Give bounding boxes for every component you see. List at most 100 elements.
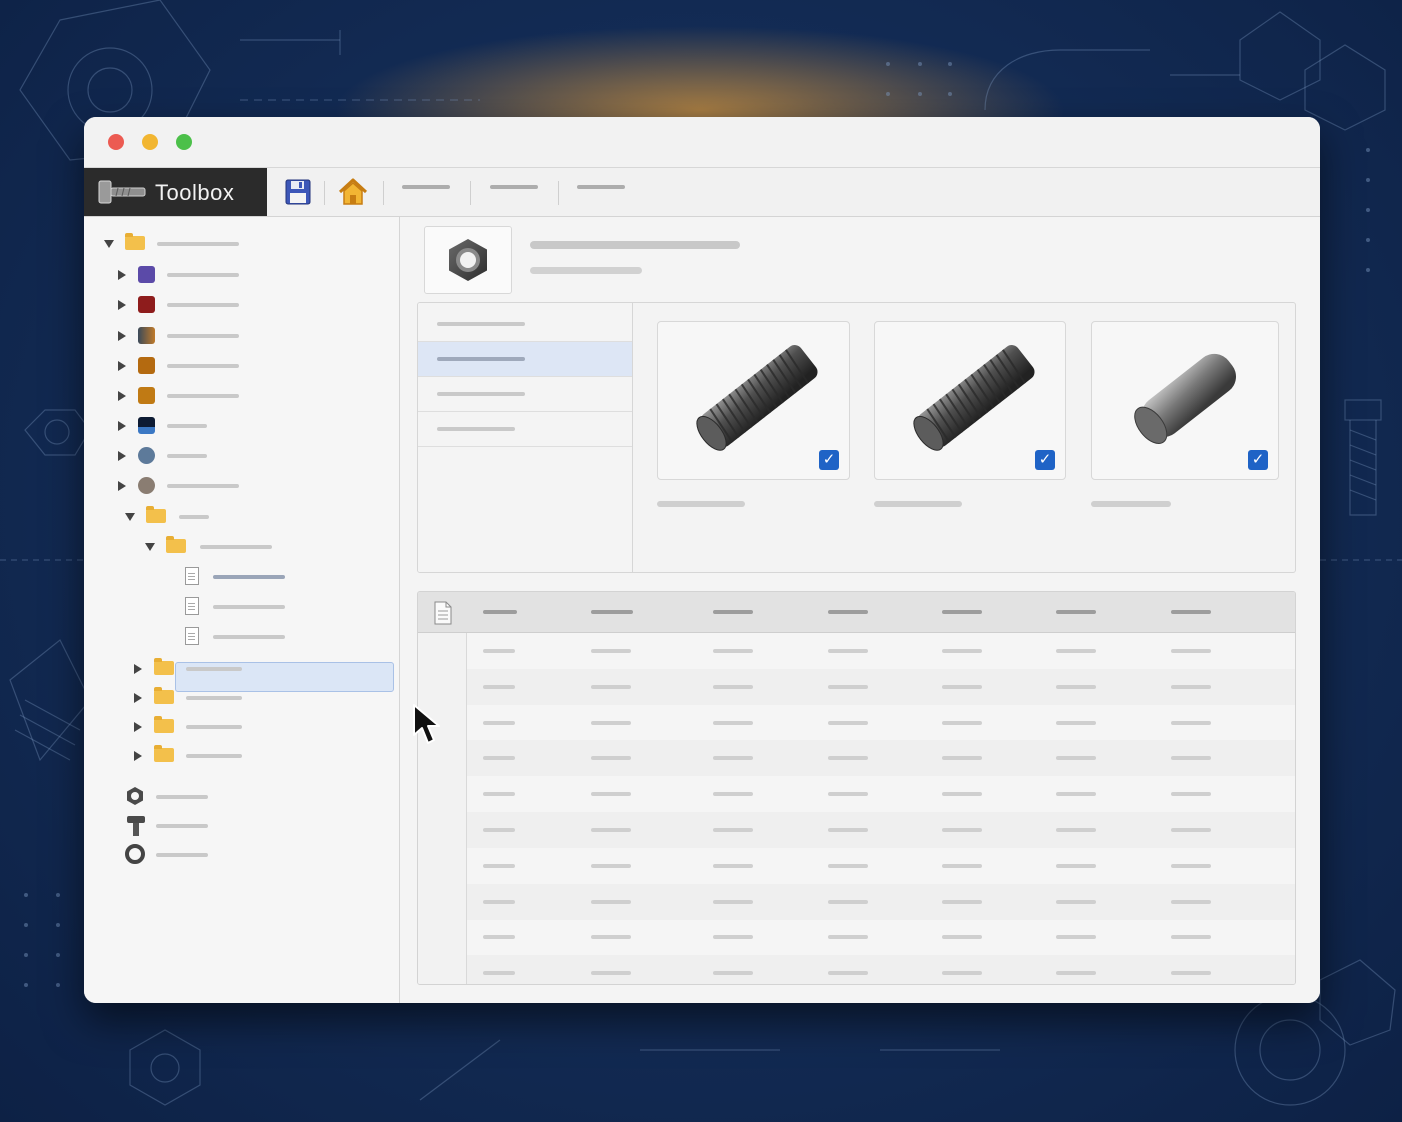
table-cell bbox=[828, 935, 868, 940]
tree-item-folder[interactable] bbox=[125, 505, 225, 529]
column-header[interactable] bbox=[828, 610, 868, 614]
toolbar-menu-item[interactable] bbox=[402, 185, 452, 199]
table-row[interactable] bbox=[467, 919, 1295, 955]
chevron-right-icon[interactable] bbox=[118, 270, 126, 280]
column-header[interactable] bbox=[942, 610, 982, 614]
list-item[interactable] bbox=[418, 377, 632, 412]
tree-item-folder[interactable] bbox=[134, 744, 264, 768]
chevron-right-icon[interactable] bbox=[118, 391, 126, 401]
bolt-logo-icon bbox=[98, 180, 146, 204]
table-cell bbox=[942, 792, 982, 797]
chevron-down-icon[interactable] bbox=[145, 543, 155, 551]
table-row[interactable] bbox=[467, 848, 1295, 884]
table-cell bbox=[942, 935, 982, 940]
tree-item-material[interactable] bbox=[118, 414, 248, 438]
list-item[interactable] bbox=[418, 412, 632, 447]
tree-item-part[interactable] bbox=[125, 814, 225, 838]
document-icon bbox=[185, 597, 199, 615]
table-row[interactable] bbox=[467, 812, 1295, 848]
folder-icon bbox=[125, 233, 145, 250]
table-cell bbox=[828, 828, 868, 832]
toolbar-divider bbox=[383, 181, 384, 205]
tree-item-folder[interactable] bbox=[134, 657, 264, 681]
list-item[interactable] bbox=[418, 342, 632, 377]
table-cell bbox=[483, 899, 515, 904]
table-row[interactable] bbox=[467, 883, 1295, 920]
brand-area: Toolbox bbox=[84, 168, 267, 216]
tree-item-material[interactable] bbox=[118, 384, 248, 408]
column-header[interactable] bbox=[483, 610, 517, 614]
table-row[interactable] bbox=[467, 776, 1295, 812]
table-cell bbox=[483, 935, 515, 940]
minimize-button[interactable] bbox=[142, 134, 158, 150]
column-header[interactable] bbox=[591, 610, 633, 614]
close-button[interactable] bbox=[108, 134, 124, 150]
table-row[interactable] bbox=[467, 668, 1295, 705]
column-header[interactable] bbox=[1171, 610, 1211, 614]
variant-card[interactable]: ✓ bbox=[874, 321, 1066, 480]
table-cell bbox=[828, 720, 868, 725]
table-cell bbox=[1171, 863, 1211, 868]
material-swatch-icon bbox=[138, 357, 155, 374]
zoom-button[interactable] bbox=[176, 134, 192, 150]
tree-item-material[interactable] bbox=[118, 474, 248, 498]
checkbox-checked[interactable]: ✓ bbox=[1035, 450, 1055, 470]
tree-item-material[interactable] bbox=[118, 444, 248, 468]
chevron-right-icon[interactable] bbox=[118, 361, 126, 371]
material-swatch-icon bbox=[138, 447, 155, 464]
chevron-right-icon[interactable] bbox=[118, 451, 126, 461]
tree-item-document[interactable] bbox=[185, 565, 305, 589]
table-cell bbox=[828, 899, 868, 904]
table-cell bbox=[591, 756, 631, 761]
table-cell bbox=[483, 720, 515, 725]
table-row[interactable] bbox=[467, 705, 1295, 741]
chevron-right-icon[interactable] bbox=[118, 481, 126, 491]
table-cell bbox=[483, 649, 515, 653]
variant-card[interactable]: ✓ bbox=[1091, 321, 1279, 480]
chevron-down-icon[interactable] bbox=[125, 513, 135, 521]
column-header[interactable] bbox=[1056, 610, 1096, 614]
table-cell bbox=[942, 756, 982, 761]
tree-item-part[interactable] bbox=[125, 785, 225, 809]
list-item[interactable] bbox=[418, 307, 632, 342]
column-header[interactable] bbox=[713, 610, 753, 614]
chevron-right-icon[interactable] bbox=[134, 693, 142, 703]
table-row[interactable] bbox=[467, 955, 1295, 984]
dowel-pin-icon bbox=[1134, 353, 1237, 444]
chevron-right-icon[interactable] bbox=[118, 300, 126, 310]
toolbar-menu-item[interactable] bbox=[490, 185, 540, 199]
tree-item-material[interactable] bbox=[118, 263, 248, 287]
home-button[interactable] bbox=[337, 177, 368, 207]
tree-item-part[interactable] bbox=[125, 843, 225, 867]
table-cell bbox=[591, 935, 631, 940]
tree-item-material[interactable] bbox=[118, 324, 248, 348]
chevron-right-icon[interactable] bbox=[118, 331, 126, 341]
table-cell bbox=[591, 792, 631, 797]
chevron-right-icon[interactable] bbox=[134, 722, 142, 732]
table-row[interactable] bbox=[467, 633, 1295, 669]
threaded-rod-icon bbox=[696, 345, 818, 451]
table-cell bbox=[1056, 935, 1096, 940]
table-cell bbox=[942, 971, 982, 976]
tree-item-document[interactable] bbox=[185, 595, 305, 619]
tree-item-folder[interactable] bbox=[134, 715, 264, 739]
tree-item-material[interactable] bbox=[118, 293, 248, 317]
table-row[interactable] bbox=[467, 740, 1295, 777]
variant-card[interactable]: ✓ bbox=[657, 321, 850, 480]
hex-nut-icon bbox=[127, 787, 143, 805]
tree-item-folder[interactable] bbox=[104, 232, 244, 256]
tree-item-folder[interactable] bbox=[145, 535, 285, 559]
checkbox-checked[interactable]: ✓ bbox=[1248, 450, 1268, 470]
checkbox-checked[interactable]: ✓ bbox=[819, 450, 839, 470]
table-cell bbox=[1171, 971, 1211, 976]
chevron-right-icon[interactable] bbox=[118, 421, 126, 431]
chevron-right-icon[interactable] bbox=[134, 664, 142, 674]
tree-item-material[interactable] bbox=[118, 354, 248, 378]
tree-item-folder[interactable] bbox=[134, 686, 264, 710]
tree-item-document[interactable] bbox=[185, 625, 305, 649]
table-cell bbox=[591, 971, 631, 976]
save-button[interactable] bbox=[283, 177, 313, 207]
chevron-right-icon[interactable] bbox=[134, 751, 142, 761]
chevron-down-icon[interactable] bbox=[104, 240, 114, 248]
toolbar-menu-item[interactable] bbox=[577, 185, 627, 199]
